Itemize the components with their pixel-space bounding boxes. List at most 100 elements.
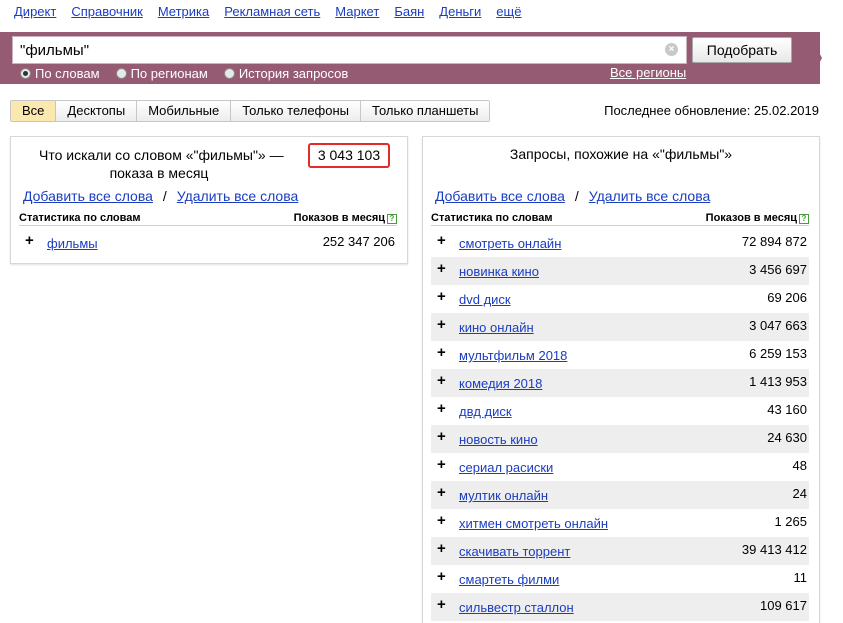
similar-queries-title: Запросы, похожие на «"фильмы"» xyxy=(509,146,733,162)
shows-count: 39 413 412 xyxy=(741,542,807,557)
shows-count: 1 413 953 xyxy=(749,374,807,389)
plus-icon[interactable]: + xyxy=(437,401,446,416)
plus-icon[interactable]: + xyxy=(437,485,446,500)
plus-icon[interactable]: + xyxy=(437,345,446,360)
search-input[interactable] xyxy=(12,36,687,64)
words-panel-title: Что искали со словом «"фильмы"» — показа… xyxy=(39,146,284,182)
help-icon[interactable]: ? xyxy=(387,214,397,224)
shows-count: 3 456 697 xyxy=(749,262,807,277)
add-all-words-link[interactable]: Добавить все слова xyxy=(435,188,565,204)
column-header-shows: Показов в месяц? xyxy=(706,212,809,224)
plus-icon[interactable]: + xyxy=(25,233,34,248)
pick-button[interactable]: Подобрать xyxy=(692,37,792,63)
search-band-arrow xyxy=(808,32,822,84)
phrase-link[interactable]: сильвестр сталлон xyxy=(459,600,574,615)
all-regions-link[interactable]: Все регионы xyxy=(610,65,686,80)
radio-by-regions[interactable]: По регионам xyxy=(115,65,208,81)
remove-all-words-link[interactable]: Удалить все слова xyxy=(589,188,710,204)
shows-count: 11 xyxy=(793,570,808,585)
words-panel-title-line2: показа в месяц xyxy=(109,165,209,181)
column-header-shows-label: Показов в месяц xyxy=(705,212,797,224)
similar-table-header: Статистика по словам Показов в месяц? xyxy=(431,210,809,226)
similar-queries-panel: Запросы, похожие на «"фильмы"» Добавить … xyxy=(422,136,820,623)
table-row: + хитмен смотреть онлайн 1 265 xyxy=(431,509,809,537)
phrase-link[interactable]: смартеть филми xyxy=(459,572,559,587)
plus-icon[interactable]: + xyxy=(437,541,446,556)
shows-count: 1 265 xyxy=(774,514,807,529)
plus-icon[interactable]: + xyxy=(437,261,446,276)
clear-icon[interactable]: × xyxy=(665,43,678,56)
phrase-link[interactable]: двд диск xyxy=(459,404,512,419)
similar-table-body: + смотреть онлайн 72 894 872 + новинка кино… xyxy=(431,229,809,621)
nav-link-bayan[interactable]: Баян xyxy=(394,3,424,21)
phrase-link[interactable]: новинка кино xyxy=(459,264,539,279)
radio-label: По регионам xyxy=(130,65,208,81)
nav-link-metrica[interactable]: Метрика xyxy=(158,3,209,21)
nav-link-reference[interactable]: Справочник xyxy=(71,3,143,21)
phrase-link[interactable]: фильмы xyxy=(47,236,98,251)
phrase-link[interactable]: новость кино xyxy=(459,432,538,447)
plus-icon[interactable]: + xyxy=(437,513,446,528)
phrase-link[interactable]: хитмен смотреть онлайн xyxy=(459,516,608,531)
tab-all[interactable]: Все xyxy=(11,101,57,121)
tab-mobile[interactable]: Мобильные xyxy=(137,101,232,121)
table-row: + мултик онлайн 24 xyxy=(431,481,809,509)
radio-by-words[interactable]: По словам xyxy=(20,66,100,81)
nav-link-market[interactable]: Маркет xyxy=(335,3,379,21)
plus-icon[interactable]: + xyxy=(437,317,446,332)
table-row: + новость кино 24 630 xyxy=(431,425,809,453)
radio-dot-icon xyxy=(223,67,235,79)
shows-count: 43 160 xyxy=(767,402,807,417)
plus-icon[interactable]: + xyxy=(437,373,446,388)
table-row: + кино онлайн 3 047 663 xyxy=(431,313,809,341)
column-header-shows: Показов в месяц? xyxy=(294,212,397,224)
shows-count: 3 047 663 xyxy=(749,318,807,333)
phrase-link[interactable]: мултик онлайн xyxy=(459,488,548,503)
phrase-link[interactable]: мультфильм 2018 xyxy=(459,348,567,363)
plus-icon[interactable]: + xyxy=(437,289,446,304)
phrase-link[interactable]: кино онлайн xyxy=(459,320,534,335)
add-all-words-link[interactable]: Добавить все слова xyxy=(23,188,153,204)
nav-link-ad-network[interactable]: Рекламная сеть xyxy=(224,3,320,21)
plus-icon[interactable]: + xyxy=(437,597,446,612)
words-panel: Что искали со словом «"фильмы"» — показа… xyxy=(10,136,408,264)
plus-icon[interactable]: + xyxy=(437,569,446,584)
phrase-link[interactable]: dvd диск xyxy=(459,292,511,307)
tab-desktops[interactable]: Десктопы xyxy=(56,101,138,121)
phrase-link[interactable]: смотреть онлайн xyxy=(459,236,561,251)
table-row: + мультфильм 2018 6 259 153 xyxy=(431,341,809,369)
help-icon[interactable]: ? xyxy=(799,214,809,224)
column-header-words: Статистика по словам xyxy=(431,212,553,224)
shows-count: 109 617 xyxy=(760,598,807,613)
nav-link-direct[interactable]: Директ xyxy=(14,3,56,21)
words-table-header: Статистика по словам Показов в месяц? xyxy=(19,210,397,226)
shows-count: 252 347 206 xyxy=(322,234,395,249)
radio-label: История запросов xyxy=(238,65,349,81)
last-update-text: Последнее обновление: 25.02.2019 xyxy=(604,103,819,118)
table-row: + двд диск 43 160 xyxy=(431,397,809,425)
shows-count: 69 206 xyxy=(767,290,807,305)
tab-tablets-only[interactable]: Только планшеты xyxy=(361,101,490,121)
search-mode-radios: По словам По регионам История запросов xyxy=(20,65,364,81)
tab-phones-only[interactable]: Только телефоны xyxy=(231,101,362,121)
words-panel-actions: Добавить все слова / Удалить все слова xyxy=(23,188,298,204)
actions-divider: / xyxy=(574,188,579,204)
column-header-shows-label: Показов в месяц xyxy=(293,212,385,224)
table-row: + скачивать торрент 39 413 412 xyxy=(431,537,809,565)
remove-all-words-link[interactable]: Удалить все слова xyxy=(177,188,298,204)
table-row: + смотреть онлайн 72 894 872 xyxy=(431,229,809,257)
words-table-body: + фильмы 252 347 206 xyxy=(19,229,397,257)
phrase-link[interactable]: сериал расиски xyxy=(459,460,553,475)
radio-query-history[interactable]: История запросов xyxy=(223,65,349,81)
words-panel-title-line1: Что искали со словом «"фильмы"» — xyxy=(39,147,284,163)
plus-icon[interactable]: + xyxy=(437,429,446,444)
similar-panel-actions: Добавить все слова / Удалить все слова xyxy=(435,188,710,204)
nav-link-more[interactable]: ещё xyxy=(496,3,521,21)
phrase-link[interactable]: скачивать торрент xyxy=(459,544,570,559)
nav-link-money[interactable]: Деньги xyxy=(439,3,481,21)
plus-icon[interactable]: + xyxy=(437,233,446,248)
shows-count: 48 xyxy=(792,458,807,473)
top-navigation: Директ Справочник Метрика Рекламная сеть… xyxy=(14,3,536,21)
plus-icon[interactable]: + xyxy=(437,457,446,472)
phrase-link[interactable]: комедия 2018 xyxy=(459,376,542,391)
